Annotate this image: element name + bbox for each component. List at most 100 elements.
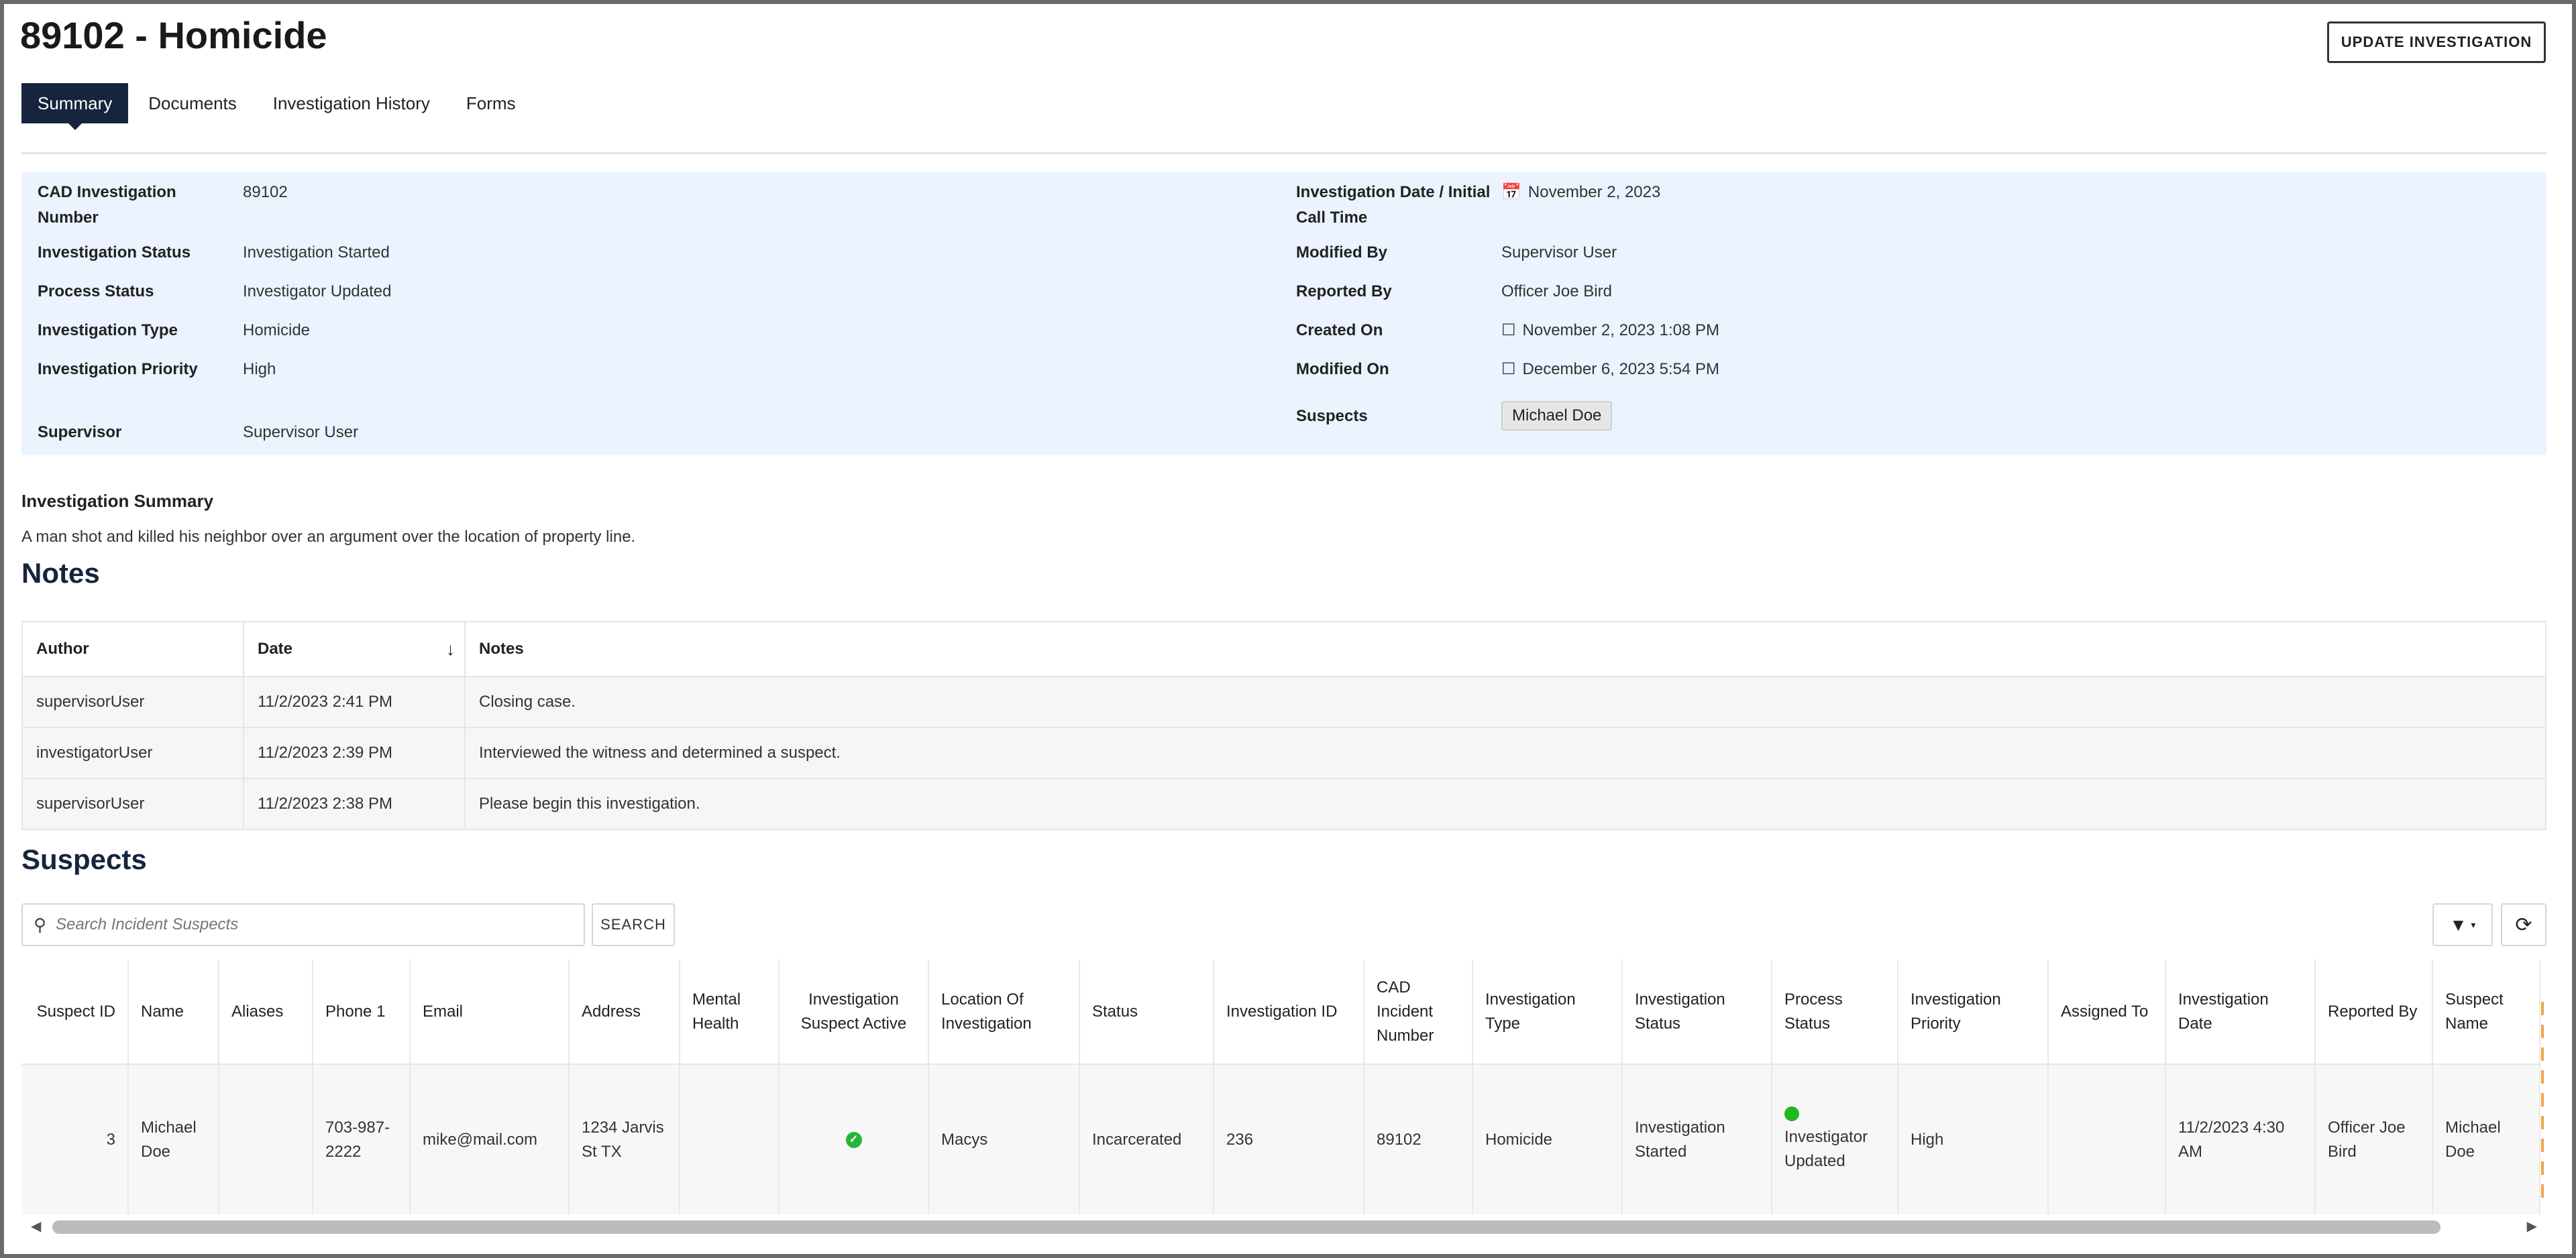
column-header[interactable]: Email [411, 960, 570, 1064]
note-date: 11/2/2023 2:39 PM [244, 728, 466, 778]
column-header[interactable]: Mental Health [680, 960, 780, 1064]
column-header[interactable]: Process Status [1772, 960, 1898, 1064]
column-header[interactable]: Investigation Suspect Active [780, 960, 929, 1064]
chevron-down-icon: ▾ [2471, 919, 2476, 930]
filter-button[interactable]: ▼ ▾ [2432, 903, 2493, 946]
scroll-track[interactable] [52, 1220, 2516, 1234]
table-row[interactable]: investigatorUser 11/2/2023 2:39 PM Inter… [23, 727, 2545, 778]
column-header[interactable]: Suspect ID [21, 960, 129, 1064]
summary-value: Investigator Updated [243, 282, 392, 300]
cell-suspect-name: Michael Doe [2433, 1065, 2540, 1214]
search-button[interactable]: SEARCH [592, 903, 675, 946]
process-status-text: Investigator Updated [1784, 1127, 1868, 1170]
summary-value: 89102 [243, 183, 288, 201]
column-header[interactable]: Address [570, 960, 680, 1064]
refresh-button[interactable]: ⟳ [2501, 903, 2546, 946]
column-header-date[interactable]: Date ↓ [244, 622, 466, 676]
horizontal-scrollbar[interactable]: ◀ ▶ [21, 1218, 2546, 1237]
column-header-notes[interactable]: Notes [466, 622, 2545, 676]
note-text: Please begin this investigation. [479, 795, 700, 813]
table-row[interactable]: 3 Michael Doe 703-987-2222 mike@mail.com… [21, 1064, 2540, 1214]
note-author: supervisorUser [23, 779, 244, 829]
summary-value: Homicide [243, 321, 311, 339]
column-header[interactable]: Phone 1 [313, 960, 411, 1064]
cell-suspect-id: 3 [21, 1065, 129, 1214]
calendar-icon: ☐ [1501, 360, 1516, 378]
search-input[interactable] [54, 915, 568, 935]
table-row[interactable]: supervisorUser 11/2/2023 2:38 PM Please … [23, 778, 2545, 829]
column-header[interactable]: CAD Incident Number [1364, 960, 1473, 1064]
tab-documents[interactable]: Documents [132, 83, 253, 123]
summary-value: 📅 November 2, 2023 [1501, 180, 1660, 205]
grid-header: Suspect ID Name Aliases Phone 1 Email Ad… [21, 960, 2540, 1064]
calendar-icon: 📅 [1501, 183, 1521, 201]
column-header[interactable]: Investigation ID [1214, 960, 1364, 1064]
tab-bar: Summary Documents Investigation History … [21, 83, 536, 130]
notes-table: Author Date ↓ Notes supervisorUser 11/2/… [21, 621, 2546, 830]
table-row[interactable]: supervisorUser 11/2/2023 2:41 PM Closing… [23, 676, 2545, 727]
tab-forms[interactable]: Forms [450, 83, 532, 123]
suspect-search-field[interactable]: ⚲ [21, 903, 585, 946]
summary-label: Reported By [1296, 282, 1392, 300]
column-header[interactable]: Name [129, 960, 219, 1064]
refresh-icon: ⟳ [2515, 913, 2532, 936]
suspects-heading: Suspects [21, 844, 147, 875]
active-check-icon: ✓ [845, 1131, 862, 1148]
suspect-chip[interactable]: Michael Doe [1501, 401, 1613, 431]
column-header-author[interactable]: Author [23, 622, 244, 676]
column-header[interactable]: Investigation Date [2166, 960, 2316, 1064]
calendar-icon: ☐ [1501, 321, 1516, 339]
column-header[interactable]: Aliases [219, 960, 313, 1064]
scroll-right-icon[interactable]: ▶ [2527, 1218, 2537, 1235]
summary-label: Investigation Type [38, 321, 178, 339]
cell-process-status: Investigator Updated [1772, 1065, 1898, 1214]
summary-value: Michael Doe [1501, 401, 1613, 431]
divider [21, 152, 2546, 154]
column-header[interactable]: Investigation Priority [1898, 960, 2049, 1064]
column-header[interactable]: Status [1080, 960, 1214, 1064]
page-title: 89102 - Homicide [20, 14, 327, 56]
cell-investigation-type: Homicide [1473, 1065, 1623, 1214]
cell-assigned-to [2049, 1065, 2166, 1214]
column-header[interactable]: Investigation Type [1473, 960, 1623, 1064]
scroll-left-icon[interactable]: ◀ [31, 1218, 41, 1235]
summary-label: Investigation Status [38, 243, 191, 262]
cell-mental-health [680, 1065, 780, 1214]
scroll-thumb[interactable] [52, 1220, 2440, 1234]
table-header: Author Date ↓ Notes [23, 622, 2545, 676]
cell-reported-by: Officer Joe Bird [2316, 1065, 2433, 1214]
column-header[interactable]: Reported By [2316, 960, 2433, 1064]
sort-down-icon[interactable]: ↓ [446, 639, 455, 660]
note-text: Interviewed the witness and determined a… [479, 744, 841, 762]
cell-investigation-id: 236 [1214, 1065, 1364, 1214]
summary-value: Supervisor User [1501, 243, 1617, 262]
cell-status: Incarcerated [1080, 1065, 1214, 1214]
summary-label: Supervisor [38, 423, 122, 441]
truncated-column-edge [2541, 1002, 2544, 1203]
investigation-summary-label: Investigation Summary [21, 491, 214, 511]
column-header[interactable]: Suspect Name [2433, 960, 2540, 1064]
cell-location: Macys [929, 1065, 1080, 1214]
column-header[interactable]: Investigation Status [1623, 960, 1772, 1064]
summary-value: Investigation Started [243, 243, 390, 262]
cell-cad-number: 89102 [1364, 1065, 1473, 1214]
update-investigation-button[interactable]: UPDATE INVESTIGATION [2327, 21, 2546, 63]
summary-label: Investigation Date / Initial Call Time [1296, 183, 1491, 227]
column-header-label: Date [258, 640, 293, 658]
tab-summary[interactable]: Summary [21, 83, 129, 130]
date-text: December 6, 2023 5:54 PM [1522, 360, 1720, 378]
column-header[interactable]: Assigned To [2049, 960, 2166, 1064]
summary-label: Process Status [38, 282, 154, 300]
cell-priority: High [1898, 1065, 2049, 1214]
tab-investigation-history[interactable]: Investigation History [257, 83, 446, 123]
column-header[interactable]: Location Of Investigation [929, 960, 1080, 1064]
summary-value: ☐ November 2, 2023 1:08 PM [1501, 318, 1719, 343]
summary-value: ☐ December 6, 2023 5:54 PM [1501, 357, 1719, 382]
status-dot-icon [1784, 1106, 1799, 1121]
note-text: Closing case. [479, 693, 576, 711]
summary-label: Created On [1296, 321, 1383, 339]
filter-icon: ▼ [2449, 914, 2467, 935]
note-author: investigatorUser [23, 728, 244, 778]
cell-investigation-status: Investigation Started [1623, 1065, 1772, 1214]
cell-address: 1234 Jarvis St TX [570, 1065, 680, 1214]
